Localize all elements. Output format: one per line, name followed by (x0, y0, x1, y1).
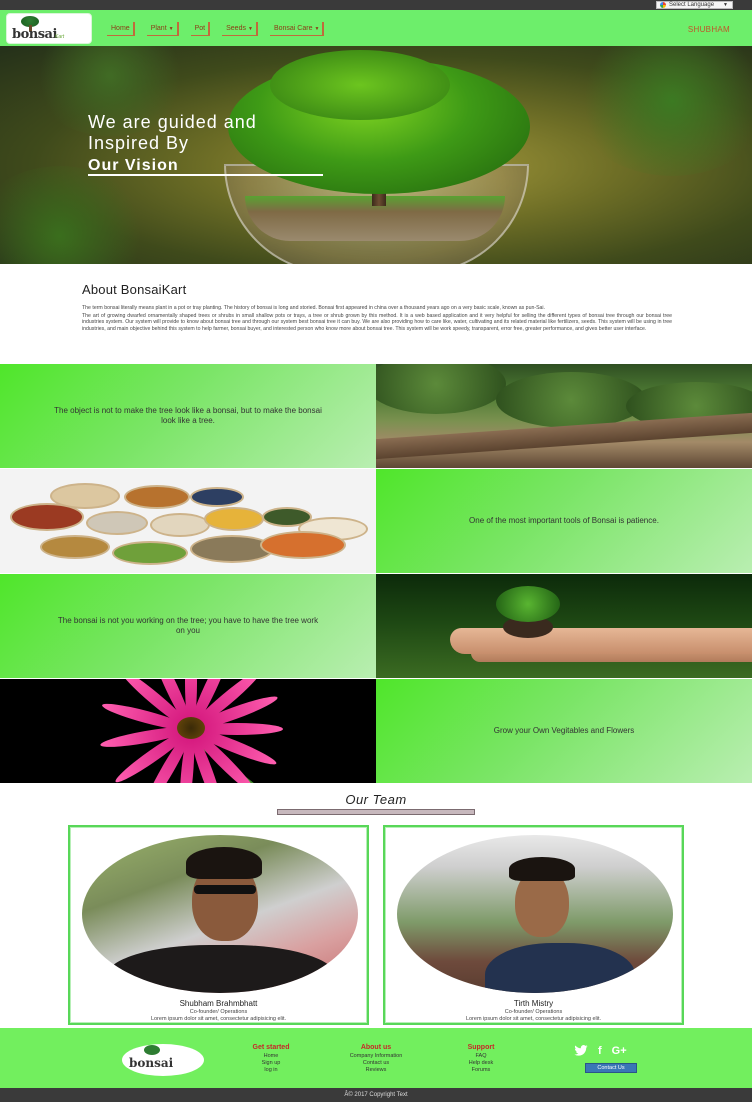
team-title-underline (277, 809, 475, 815)
member-photo (397, 835, 673, 993)
footer-brand-name: bonsai (129, 1056, 174, 1070)
caret-down-icon: ▼ (247, 25, 253, 32)
member-role: Co-founder/ Operations (504, 1009, 563, 1015)
nav-menu: Home Plant ▼ Pot Seeds ▼ Bonsai Care ▼ (107, 22, 325, 36)
bonsai-tree-icon (144, 1045, 160, 1055)
footer-link-log-in[interactable]: log in (245, 1067, 297, 1074)
about-section: About BonsaiKart The term bonsai literal… (82, 282, 672, 334)
quote-text-2: One of the most important tools of Bonsa… (469, 516, 659, 525)
google-icon (660, 2, 666, 8)
hero-banner: We are guided and Inspired By Our Vision (0, 46, 752, 264)
hero-line-1: We are guided and (88, 112, 257, 132)
contact-us-button[interactable]: Contact Us (585, 1063, 637, 1073)
brand-tagline: Kart (55, 34, 65, 40)
member-name: Tirth Mistry (513, 999, 554, 1008)
nav-item-label: Seeds (226, 24, 246, 32)
member-role: Co-founder/ Operations (189, 1009, 248, 1015)
footer-heading: Get started (252, 1044, 290, 1051)
brand-name: bonsai (12, 27, 57, 42)
twitter-icon[interactable] (574, 1045, 588, 1059)
nav-item-label: Pot (194, 24, 206, 32)
pink-flower-image (0, 679, 376, 783)
nav-item-label: Home (111, 24, 130, 32)
team-card: Shubham Brahmbhatt Co-founder/ Operation… (68, 825, 369, 1025)
about-paragraph-1: The term bonsai literally means plant in… (82, 305, 546, 311)
chevron-down-icon: ▼ (723, 2, 728, 8)
quote-text-3: The bonsai is not you working on the tre… (57, 616, 319, 635)
quote-tile-2: One of the most important tools of Bonsa… (376, 469, 752, 573)
nav-item-label: Plant (150, 24, 167, 32)
footer-link-home[interactable]: Home (245, 1053, 297, 1060)
footer: bonsai Get started Home Sign up log in A… (0, 1028, 752, 1088)
member-photo (82, 835, 358, 993)
footer-column-about-us: About us Company Information Contact us … (336, 1044, 416, 1074)
hero-heading: We are guided and Inspired By Our Vision (88, 112, 257, 177)
member-description: Lorem ipsum dolor sit amet, consectetur … (465, 1016, 602, 1022)
nav-item-pot[interactable]: Pot (190, 22, 211, 36)
nav-item-bonsai-care[interactable]: Bonsai Care ▼ (269, 22, 325, 36)
footer-column-get-started: Get started Home Sign up log in (245, 1044, 297, 1074)
quote-tile-4: Grow your Own Vegitables and Flowers (376, 679, 752, 783)
about-title: About BonsaiKart (82, 282, 187, 297)
quote-tile-1: The object is not to make the tree look … (0, 364, 376, 468)
footer-link-help-desk[interactable]: Help desk (458, 1060, 504, 1067)
member-description: Lorem ipsum dolor sit amet, consectetur … (150, 1016, 287, 1022)
caret-down-icon: ▼ (314, 25, 320, 32)
navbar: bonsai Kart Home Plant ▼ Pot Seeds ▼ Bonsa… (0, 10, 752, 46)
footer-link-faq[interactable]: FAQ (458, 1053, 504, 1060)
footer-link-sign-up[interactable]: Sign up (245, 1060, 297, 1067)
footer-link-reviews[interactable]: Reviews (336, 1067, 416, 1074)
quote-text-1: The object is not to make the tree look … (54, 406, 322, 425)
footer-link-forums[interactable]: Forums (458, 1067, 504, 1074)
hands-holding-tree-image (376, 574, 752, 678)
nav-item-label: Bonsai Care (273, 24, 313, 32)
footer-column-support: Support FAQ Help desk Forums (458, 1044, 504, 1074)
top-bar: Select Language ▼ (0, 0, 752, 10)
hero-underline (88, 174, 323, 176)
team-title: Our Team (345, 792, 407, 807)
nav-item-seeds[interactable]: Seeds ▼ (222, 22, 258, 36)
about-paragraph-2: The art of growing dwarfed ornamentally … (82, 313, 672, 332)
google-plus-icon[interactable]: G+ (612, 1045, 627, 1059)
footer-logo[interactable]: bonsai (122, 1044, 204, 1076)
brand-logo[interactable]: bonsai Kart (6, 13, 92, 44)
quote-tile-3: The bonsai is not you working on the tre… (0, 574, 376, 678)
user-name-link[interactable]: SHUBHAM (688, 25, 730, 34)
member-name: Shubham Brahmbhatt (179, 999, 258, 1008)
footer-heading: About us (360, 1044, 392, 1051)
footer-link-company-information[interactable]: Company Information (336, 1053, 416, 1060)
copyright-text: Â© 2017 Copyright Text (0, 1088, 752, 1102)
social-links: f G+ (574, 1045, 627, 1059)
nav-item-home[interactable]: Home (107, 22, 135, 36)
bonsai-garden-image (376, 364, 752, 468)
language-selector[interactable]: Select Language ▼ (656, 1, 733, 9)
team-card: Tirth Mistry Co-founder/ Operations Lore… (383, 825, 684, 1025)
footer-heading: Support (467, 1044, 495, 1051)
footer-link-contact-us[interactable]: Contact us (336, 1060, 416, 1067)
quote-text-4: Grow your Own Vegitables and Flowers (493, 726, 635, 735)
facebook-icon[interactable]: f (598, 1045, 602, 1059)
caret-down-icon: ▼ (168, 25, 174, 32)
seeds-sacks-image (0, 469, 376, 573)
hero-line-2: Inspired By (88, 133, 190, 153)
language-selector-label: Select Language (669, 2, 715, 8)
nav-item-plant[interactable]: Plant ▼ (146, 22, 179, 36)
